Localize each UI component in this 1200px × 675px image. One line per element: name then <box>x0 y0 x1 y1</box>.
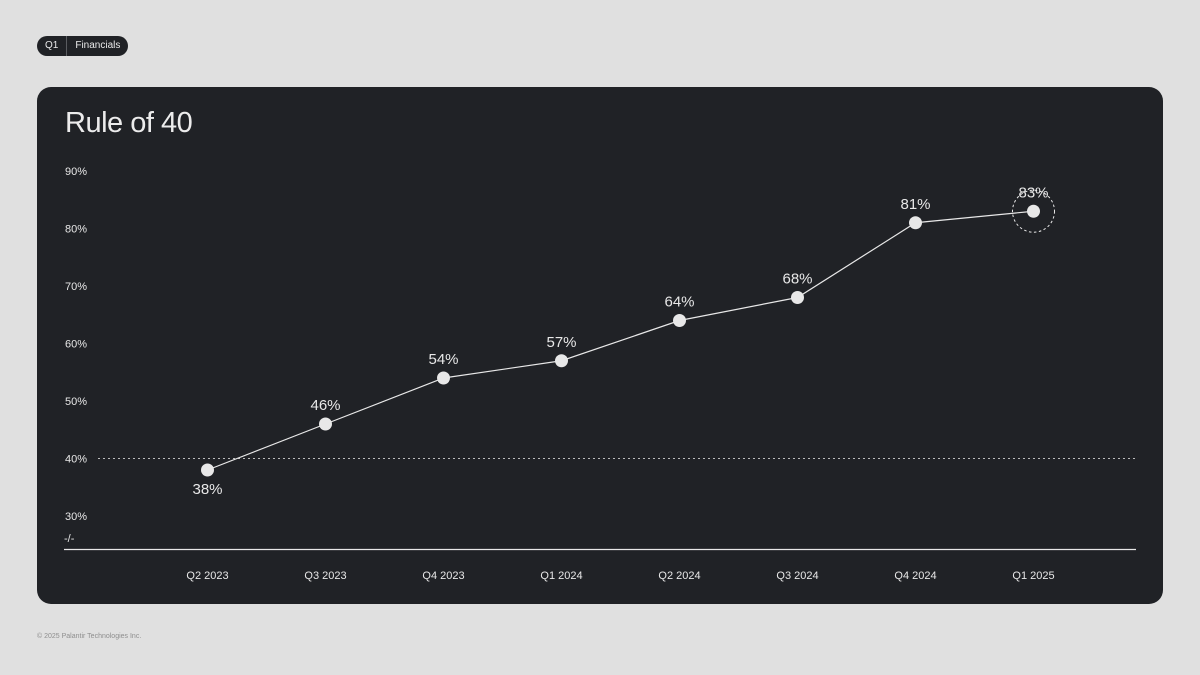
data-point <box>319 417 332 431</box>
x-tick-label: Q1 2024 <box>540 570 582 582</box>
data-point <box>201 463 214 477</box>
x-tick-label: Q1 2025 <box>1012 570 1054 582</box>
data-label: 83% <box>1018 184 1048 201</box>
section-label: Financials <box>75 40 121 51</box>
data-point <box>555 354 568 368</box>
data-point <box>673 314 686 327</box>
data-label: 64% <box>664 294 694 311</box>
data-point <box>1027 204 1040 218</box>
y-tick-label: 80% <box>65 224 87 236</box>
x-tick-label: Q2 2023 <box>186 570 228 582</box>
x-tick-label: Q3 2024 <box>776 570 818 582</box>
x-tick-label: Q3 2023 <box>304 570 346 582</box>
data-label: 57% <box>546 334 576 351</box>
y-tick-label: 40% <box>65 454 87 466</box>
y-tick-label: 50% <box>65 396 87 408</box>
data-point <box>909 216 922 230</box>
data-label: 38% <box>192 481 222 498</box>
data-point <box>437 371 450 385</box>
y-tick-label: 30% <box>65 511 87 523</box>
copyright-footer: © 2025 Palantir Technologies Inc. <box>37 633 142 640</box>
data-label: 54% <box>428 351 458 368</box>
data-label: 68% <box>782 271 812 288</box>
chart-card: Rule of 40 30% 40% 50% 60% 70% 80% 90% -/- Q2 20… <box>37 87 1163 604</box>
section-tag: Q1 Financials <box>37 36 129 56</box>
y-tick-label: 90% <box>65 166 87 178</box>
data-label: 46% <box>310 397 340 414</box>
data-point <box>791 291 804 304</box>
x-tick-label: Q2 2024 <box>658 570 700 582</box>
series-line <box>207 210 1034 471</box>
x-tick-label: Q4 2023 <box>422 570 464 582</box>
rule-of-40-chart: 30% 40% 50% 60% 70% 80% 90% -/- Q2 2023 Q3 2023 Q4… <box>64 166 1136 582</box>
quarter-label: Q1 <box>45 40 59 51</box>
data-label: 81% <box>900 196 930 213</box>
axis-break-label: -/- <box>64 533 75 545</box>
x-tick-label: Q4 2024 <box>894 570 936 582</box>
y-tick-label: 70% <box>65 281 87 293</box>
y-tick-label: 60% <box>65 339 87 351</box>
